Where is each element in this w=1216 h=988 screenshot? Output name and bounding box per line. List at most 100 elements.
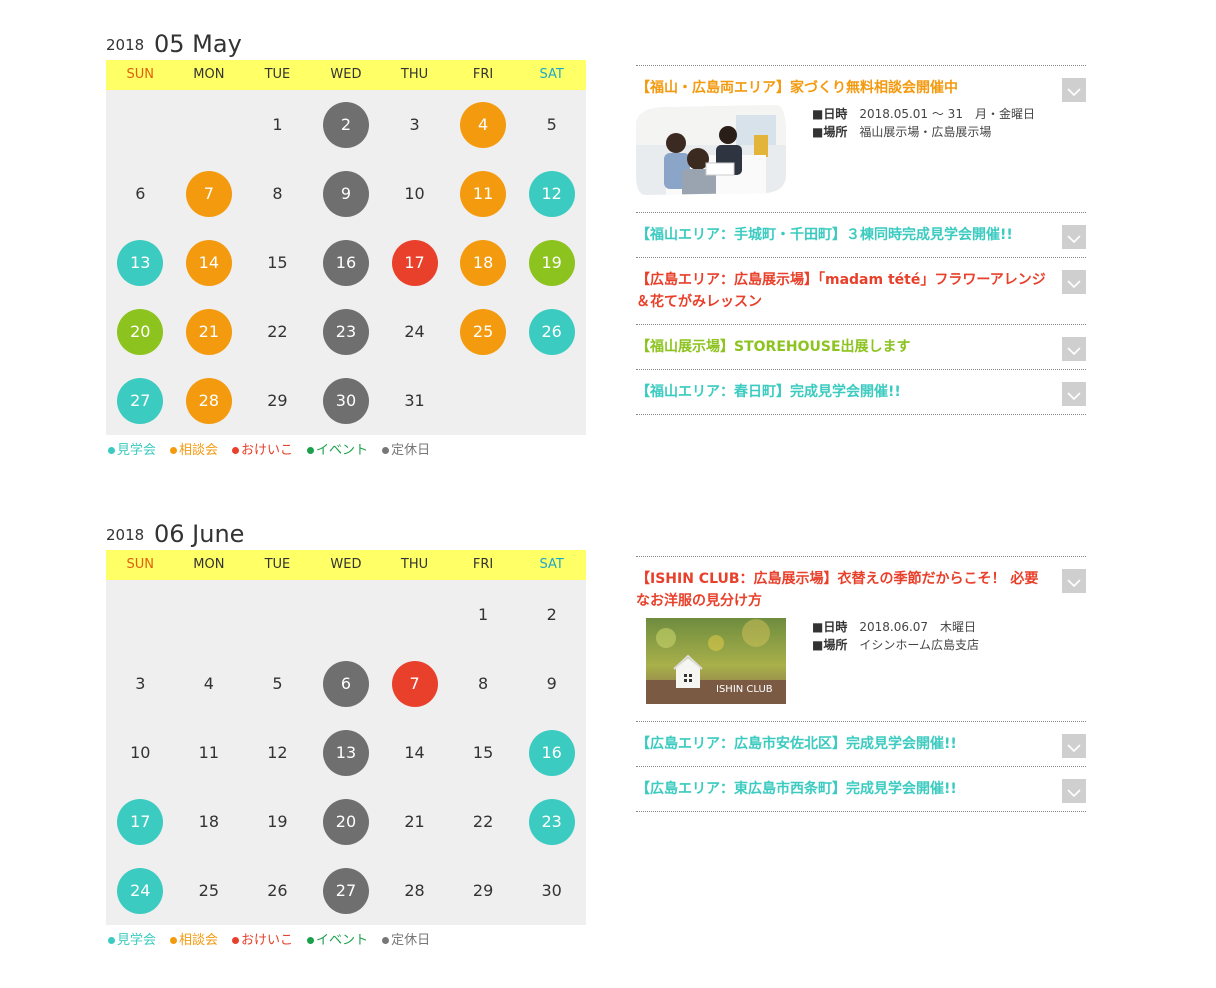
event-title[interactable]: 【広島エリア：東広島市西条町】完成見学会開催!! bbox=[636, 778, 1050, 800]
day-number: 18 bbox=[198, 812, 220, 831]
day-marker-holiday[interactable]: 30 bbox=[322, 377, 369, 424]
day-cell[interactable]: 16 bbox=[312, 228, 381, 297]
day-cell[interactable]: 27 bbox=[106, 366, 175, 435]
day-cell[interactable]: 27 bbox=[312, 856, 381, 925]
legend-dot-icon bbox=[108, 447, 115, 454]
day-cell[interactable]: 16 bbox=[517, 718, 586, 787]
legend-label: 相談会 bbox=[179, 443, 219, 458]
day-cell[interactable]: 6 bbox=[312, 649, 381, 718]
day-marker-holiday[interactable]: 23 bbox=[322, 308, 369, 355]
event-date: ■日時 2018.06.07 木曜日 bbox=[812, 618, 979, 636]
day-marker-kengaku[interactable]: 26 bbox=[528, 308, 575, 355]
day-cell[interactable]: 25 bbox=[449, 297, 518, 366]
day-marker-event[interactable]: 20 bbox=[117, 308, 164, 355]
day-cell[interactable]: 4 bbox=[449, 90, 518, 159]
day-marker-event[interactable]: 19 bbox=[528, 239, 575, 286]
day-cell[interactable]: 23 bbox=[312, 297, 381, 366]
event-title[interactable]: 【広島エリア：広島市安佐北区】完成見学会開催!! bbox=[636, 733, 1050, 755]
day-cell[interactable]: 17 bbox=[106, 787, 175, 856]
day-cell[interactable]: 12 bbox=[517, 159, 586, 228]
day-marker-holiday[interactable]: 16 bbox=[322, 239, 369, 286]
day-marker-soudan[interactable]: 4 bbox=[460, 101, 507, 148]
event-title[interactable]: 【ISHIN CLUB：広島展示場】衣替えの季節だからこそ！ 必要なお洋服の見分… bbox=[636, 568, 1050, 612]
day-cell[interactable]: 30 bbox=[312, 366, 381, 435]
toggle-button[interactable] bbox=[1062, 779, 1086, 803]
day-marker-kengaku[interactable]: 13 bbox=[117, 239, 164, 286]
day-marker-soudan[interactable]: 25 bbox=[460, 308, 507, 355]
day-marker-holiday[interactable]: 6 bbox=[322, 660, 369, 707]
day-marker-soudan[interactable]: 18 bbox=[460, 239, 507, 286]
day-cell[interactable]: 13 bbox=[312, 718, 381, 787]
day-number: 3 bbox=[135, 674, 146, 693]
toggle-button[interactable] bbox=[1062, 734, 1086, 758]
event-title[interactable]: 【福山・広島両エリア】家づくり無料相談会開催中 bbox=[636, 77, 1050, 99]
toggle-button[interactable] bbox=[1062, 78, 1086, 102]
toggle-button[interactable] bbox=[1062, 337, 1086, 361]
day-marker-soudan[interactable]: 7 bbox=[185, 170, 232, 217]
event-item: 【福山・広島両エリア】家づくり無料相談会開催中 ■日時 2018.05.01 ～ 3… bbox=[636, 66, 1086, 213]
day-marker-soudan[interactable]: 28 bbox=[185, 377, 232, 424]
day-cell[interactable]: 2 bbox=[312, 90, 381, 159]
weekday-header: SUN MON TUE WED THU FRI SAT bbox=[106, 60, 586, 90]
day-marker-kengaku[interactable]: 23 bbox=[528, 798, 575, 845]
day-marker-holiday[interactable]: 13 bbox=[322, 729, 369, 776]
day-number: 6 bbox=[135, 184, 146, 203]
day-cell[interactable]: 20 bbox=[106, 297, 175, 366]
event-title[interactable]: 【福山エリア：春日町】完成見学会開催!! bbox=[636, 381, 1050, 403]
day-cell[interactable]: 19 bbox=[517, 228, 586, 297]
day-cell[interactable]: 26 bbox=[517, 297, 586, 366]
day-marker-kengaku[interactable]: 17 bbox=[117, 798, 164, 845]
day-marker-soudan[interactable]: 11 bbox=[460, 170, 507, 217]
toggle-button[interactable] bbox=[1062, 225, 1086, 249]
day-number: 15 bbox=[472, 743, 494, 762]
day-cell[interactable]: 20 bbox=[312, 787, 381, 856]
day-cell[interactable]: 24 bbox=[106, 856, 175, 925]
day-number: 4 bbox=[203, 674, 214, 693]
weekday-label: FRI bbox=[472, 67, 494, 82]
day-cell[interactable]: 7 bbox=[380, 649, 449, 718]
weekday-label: TUE bbox=[264, 557, 291, 572]
day-cell[interactable]: 13 bbox=[106, 228, 175, 297]
toggle-button[interactable] bbox=[1062, 569, 1086, 593]
day-cell: 22 bbox=[243, 297, 312, 366]
day-marker-soudan[interactable]: 21 bbox=[185, 308, 232, 355]
day-cell[interactable]: 17 bbox=[380, 228, 449, 297]
day-marker-kengaku[interactable]: 24 bbox=[117, 867, 164, 914]
event-title[interactable]: 【福山エリア：手城町・千田町】３棟同時完成見学会開催!! bbox=[636, 224, 1050, 246]
month-year: 2018 bbox=[106, 526, 145, 544]
day-marker-kengaku[interactable]: 12 bbox=[528, 170, 575, 217]
day-cell: 22 bbox=[449, 787, 518, 856]
day-cell[interactable]: 11 bbox=[449, 159, 518, 228]
day-cell[interactable]: 18 bbox=[449, 228, 518, 297]
chevron-down-icon bbox=[1067, 782, 1081, 801]
day-cell[interactable]: 14 bbox=[175, 228, 244, 297]
weekday-label: MON bbox=[193, 67, 225, 82]
day-cell[interactable]: 9 bbox=[312, 159, 381, 228]
event-item: 【福山展示場】STOREHOUSE出展します bbox=[636, 325, 1086, 370]
event-title[interactable]: 【広島エリア：広島展示場】「madam tété」フラワーアレンジ＆花てがみレッ… bbox=[636, 269, 1050, 313]
day-marker-holiday[interactable]: 9 bbox=[322, 170, 369, 217]
empty-cell bbox=[449, 366, 518, 435]
weekday-label: MON bbox=[193, 557, 225, 572]
day-marker-okeiko[interactable]: 17 bbox=[391, 239, 438, 286]
chevron-down-icon bbox=[1067, 81, 1081, 100]
day-cell[interactable]: 23 bbox=[517, 787, 586, 856]
chevron-down-icon bbox=[1067, 385, 1081, 404]
event-place: ■場所 福山展示場・広島展示場 bbox=[812, 123, 1035, 141]
day-marker-kengaku[interactable]: 16 bbox=[528, 729, 575, 776]
day-marker-holiday[interactable]: 20 bbox=[322, 798, 369, 845]
day-cell[interactable]: 28 bbox=[175, 366, 244, 435]
toggle-button[interactable] bbox=[1062, 270, 1086, 294]
day-cell: 1 bbox=[243, 90, 312, 159]
day-marker-holiday[interactable]: 27 bbox=[322, 867, 369, 914]
day-marker-kengaku[interactable]: 27 bbox=[117, 377, 164, 424]
day-marker-okeiko[interactable]: 7 bbox=[391, 660, 438, 707]
event-title[interactable]: 【福山展示場】STOREHOUSE出展します bbox=[636, 336, 1050, 358]
toggle-button[interactable] bbox=[1062, 382, 1086, 406]
day-marker-soudan[interactable]: 14 bbox=[185, 239, 232, 286]
empty-cell bbox=[175, 90, 244, 159]
day-cell[interactable]: 21 bbox=[175, 297, 244, 366]
day-cell[interactable]: 7 bbox=[175, 159, 244, 228]
day-marker-holiday[interactable]: 2 bbox=[322, 101, 369, 148]
day-cell: 29 bbox=[243, 366, 312, 435]
